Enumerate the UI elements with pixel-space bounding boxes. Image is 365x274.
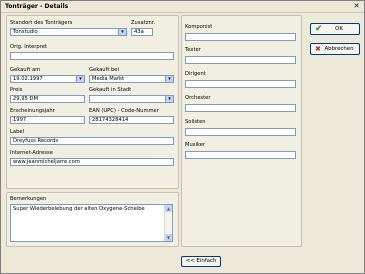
- gekauft-am-label: Gekauft am: [10, 67, 41, 73]
- gekauft-bei-value: Media Markt: [92, 76, 125, 82]
- zusatznr-label: Zusatznr.: [131, 20, 156, 26]
- label-label: Label: [10, 129, 24, 135]
- ean-label: EAN (UPC) - Code-Nummer: [89, 108, 159, 114]
- window-title: Tonträger - Details: [5, 3, 69, 10]
- stadt-label: Gekauft in Stadt: [89, 87, 132, 93]
- cancel-label: Abbrechen: [324, 46, 354, 52]
- interpret-label: Orig. Interpret: [10, 44, 47, 50]
- internet-field[interactable]: www.jeanmicheljarre.com: [10, 158, 174, 166]
- gekauft-am-value: 19.02.1997: [13, 76, 43, 82]
- check-icon: ✔: [315, 24, 323, 34]
- gekauft-am-select[interactable]: 19.02.1997 ▾: [10, 75, 85, 83]
- simple-mode-button[interactable]: << Einfach: [181, 256, 221, 267]
- chevron-down-icon[interactable]: ▾: [118, 29, 126, 35]
- credits-group: Komponist Texter Dirigent Orchester Soli…: [181, 15, 302, 247]
- chevron-down-icon[interactable]: ▾: [165, 96, 173, 102]
- standort-value: Tonstudio: [13, 29, 38, 35]
- ean-field[interactable]: 28174328414: [89, 116, 174, 124]
- ok-label: OK: [335, 26, 343, 32]
- close-icon[interactable]: ✕: [352, 2, 361, 10]
- chevron-down-icon[interactable]: ▾: [165, 76, 173, 82]
- komponist-field[interactable]: [185, 33, 296, 41]
- interpret-field[interactable]: [10, 52, 174, 60]
- details-window: Tonträger - Details ✕ Standort des Tontr…: [0, 0, 365, 274]
- remarks-group: Bemerkungen Super Wiederbelebung der alt…: [6, 192, 179, 247]
- orchester-label: Orchester: [185, 95, 211, 101]
- orchester-field[interactable]: [185, 104, 296, 112]
- texter-field[interactable]: [185, 56, 296, 64]
- texter-label: Texter: [185, 47, 201, 53]
- remarks-scrollbar[interactable]: ▲ ▼: [164, 205, 172, 241]
- scroll-down-icon[interactable]: ▼: [165, 234, 172, 241]
- title-bar: Tonträger - Details ✕: [1, 1, 364, 13]
- standort-select[interactable]: Tonstudio ▾: [10, 28, 127, 36]
- cross-icon: ✖: [315, 45, 321, 53]
- chevron-down-icon[interactable]: ▾: [76, 76, 84, 82]
- musiker-label: Musiker: [185, 142, 206, 148]
- musiker-field[interactable]: [185, 151, 296, 159]
- jahr-field[interactable]: 1997: [10, 116, 85, 124]
- preis-label: Preis: [10, 87, 23, 93]
- remarks-textarea[interactable]: Super Wiederbelebung der alten Oxygene-S…: [10, 204, 173, 242]
- remarks-value: Super Wiederbelebung der alten Oxygene-S…: [13, 206, 145, 212]
- solisten-label: Solisten: [185, 119, 206, 125]
- gekauft-bei-select[interactable]: Media Markt ▾: [89, 75, 174, 83]
- zusatznr-field[interactable]: 43a: [131, 28, 153, 36]
- cancel-button[interactable]: ✖ Abbrechen: [310, 43, 360, 55]
- komponist-label: Komponist: [185, 24, 213, 30]
- dirigent-label: Dirigent: [185, 71, 206, 77]
- scroll-up-icon[interactable]: ▲: [165, 205, 172, 212]
- stadt-select[interactable]: ▾: [89, 95, 174, 103]
- gekauft-bei-label: Gekauft bei: [89, 67, 119, 73]
- main-details-group: Standort des Tonträgers Tonstudio ▾ Zusa…: [6, 15, 179, 189]
- preis-field[interactable]: 29,95 DM: [10, 95, 85, 103]
- solisten-field[interactable]: [185, 128, 296, 136]
- remarks-label: Bemerkungen: [10, 196, 47, 202]
- simple-mode-label: << Einfach: [185, 258, 217, 264]
- standort-label: Standort des Tonträgers: [10, 20, 73, 26]
- label-field[interactable]: Dreyfuss Records: [10, 137, 174, 145]
- ok-button[interactable]: ✔ OK: [310, 23, 360, 35]
- jahr-label: Erscheinungsjahr: [10, 108, 55, 114]
- internet-label: Internet-Adresse: [10, 150, 53, 156]
- dirigent-field[interactable]: [185, 80, 296, 88]
